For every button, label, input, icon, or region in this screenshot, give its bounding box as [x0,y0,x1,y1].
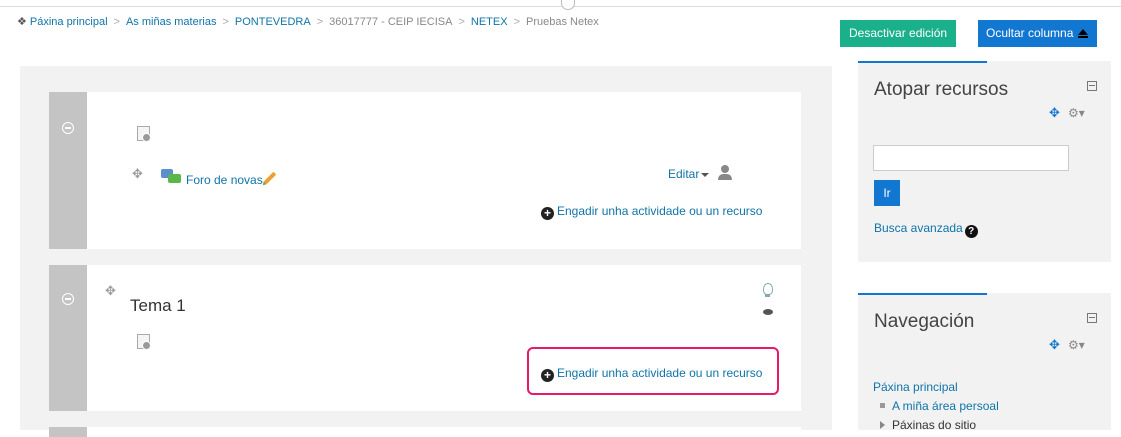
search-block-title: Atopar recursos [874,79,1009,100]
move-icon[interactable]: ✥ [105,284,116,297]
plus-circle-icon: + [541,207,554,220]
nav-item-label: A miña área persoal [892,399,999,413]
file-settings-icon [137,126,151,142]
add-activity-link[interactable]: + Engadir unha actividade ou un recurso [541,204,762,220]
breadcrumb-item-current: Pruebas Netex [526,16,599,28]
toggle-editing-button[interactable]: Desactivar edición [840,20,957,47]
forum-link[interactable]: Foro de novas [186,173,263,187]
breadcrumb-item-my-courses[interactable]: As miñas materias [126,16,216,28]
eye-icon[interactable] [763,309,773,315]
home-icon: ❖ [17,16,27,28]
hide-column-button[interactable]: Ocultar columna [978,20,1097,47]
edit-menu-label: Editar [668,167,700,181]
caret-down-icon [701,172,710,177]
edit-menu[interactable]: Editar [668,167,710,181]
highlight-box [527,347,779,395]
forum-icon [161,169,181,183]
top-knob [561,0,575,10]
block-accent [858,61,987,63]
add-activity-label: Engadir unha actividade ou un recurso [557,204,763,218]
breadcrumb: ❖ Páxina principal > As miñas materias > PONT… [17,16,599,28]
file-settings-icon [137,334,151,350]
section-side-bar [49,92,87,249]
collapse-icon[interactable] [62,122,74,134]
collapse-icon[interactable] [62,293,74,305]
move-icon[interactable]: ✥ [1049,105,1060,121]
help-icon[interactable]: ? [964,225,978,238]
lightbulb-icon[interactable] [763,283,773,297]
course-section-next [49,427,801,437]
gear-icon[interactable]: ⚙▾ [1068,106,1085,120]
nav-home-link[interactable]: Páxina principal [873,380,958,394]
nav-item-dashboard[interactable]: A miña área persoal [880,399,999,413]
breadcrumb-item-home[interactable]: Páxina principal [30,16,108,28]
breadcrumb-item-pontevedra[interactable]: PONTEVEDRA [235,16,311,28]
minimize-icon[interactable] [1087,81,1097,91]
advanced-search-label: Busca avanzada [874,221,963,235]
hide-column-label: Ocultar columna [986,26,1074,40]
search-go-button[interactable]: Ir [874,180,900,206]
minimize-icon[interactable] [1087,313,1097,323]
user-icon[interactable] [718,165,732,181]
move-icon[interactable]: ✥ [1049,337,1060,353]
search-input[interactable] [873,145,1069,171]
gear-icon[interactable]: ⚙▾ [1068,338,1085,352]
section-title: Tema 1 [130,296,186,315]
block-accent [858,293,987,295]
breadcrumb-item-netex[interactable]: NETEX [471,16,508,28]
move-icon[interactable]: ✥ [132,167,143,180]
eject-icon [1078,28,1089,38]
advanced-search-link[interactable]: Busca avanzada? [874,221,978,238]
navigation-block-title: Navegación [874,311,975,332]
expand-icon [880,421,885,429]
section-side-bar [49,265,87,411]
bullet-icon [880,403,885,408]
breadcrumb-item-school: 36017777 - CEIP IECISA [329,16,453,28]
section-side-bar [49,427,87,437]
